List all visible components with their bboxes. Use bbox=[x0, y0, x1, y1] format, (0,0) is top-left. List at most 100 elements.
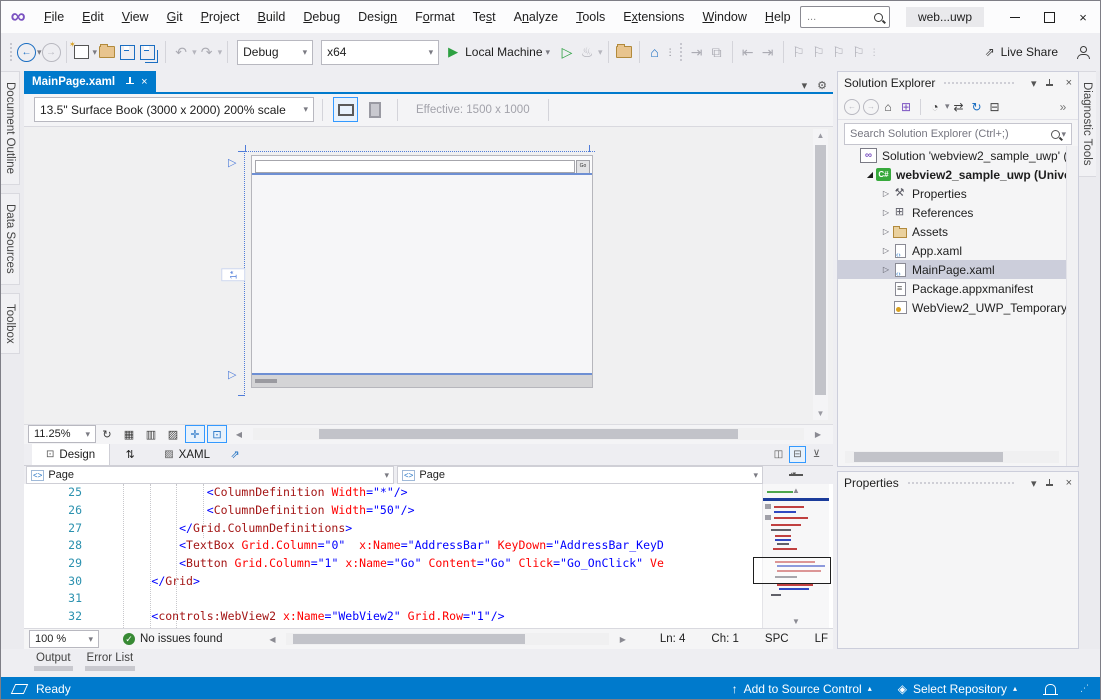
editor-minimap[interactable]: ▲ ▼ bbox=[762, 484, 829, 628]
breadcrumb-right[interactable]: <> Page ▾ bbox=[397, 466, 763, 484]
minimap-viewport[interactable] bbox=[753, 557, 831, 584]
device-preview-dropdown[interactable]: 13.5" Surface Book (3000 x 2000) 200% sc… bbox=[34, 97, 314, 122]
toggle-bookmark-icon[interactable]: ⚐ bbox=[790, 40, 808, 64]
redo-icon[interactable]: ↷ bbox=[198, 40, 216, 64]
show-grid-icon[interactable]: ▦ bbox=[119, 425, 139, 443]
design-webview-area[interactable] bbox=[252, 175, 592, 373]
design-addressbar-textbox[interactable] bbox=[255, 160, 575, 173]
se-collapse-all-icon[interactable]: ⊟ bbox=[987, 97, 1003, 117]
editor-zoom-dropdown[interactable]: 100 % ▾ bbox=[29, 630, 99, 648]
swap-panes-icon[interactable]: ⇅ bbox=[120, 446, 140, 464]
menu-format[interactable]: Format bbox=[406, 1, 464, 33]
start-debug-icon[interactable]: ▶ bbox=[444, 40, 462, 64]
panel-menu-caret-icon[interactable]: ▾ bbox=[1031, 77, 1037, 90]
open-file-icon[interactable] bbox=[98, 40, 116, 64]
bookmark-overflow-icon[interactable]: ⋮ bbox=[870, 47, 879, 58]
menu-design[interactable]: Design bbox=[349, 1, 406, 33]
resize-grip[interactable]: ⋰ bbox=[1080, 683, 1090, 694]
account-icon[interactable] bbox=[1076, 46, 1090, 59]
tree-item-app-xaml[interactable]: ▷App.xaml bbox=[838, 241, 1067, 260]
close-button[interactable]: × bbox=[1066, 1, 1100, 33]
snap-to-snaplines-icon[interactable]: ✛ bbox=[185, 425, 205, 443]
clear-bookmarks-icon[interactable]: ⚐ bbox=[850, 40, 868, 64]
find-in-files-icon[interactable] bbox=[615, 40, 633, 64]
menu-tools[interactable]: Tools bbox=[567, 1, 614, 33]
menu-help[interactable]: Help bbox=[756, 1, 800, 33]
hot-reload-caret[interactable]: ▾ bbox=[598, 47, 603, 58]
menu-extensions[interactable]: Extensions bbox=[614, 1, 693, 33]
xaml-code-editor[interactable]: 25 <ColumnDefinition Width="*"/>26 <Colu… bbox=[24, 484, 833, 628]
toolbar-grip[interactable] bbox=[679, 42, 683, 62]
notifications-bell-icon[interactable] bbox=[1045, 684, 1056, 694]
new-project-caret[interactable]: ▾ bbox=[93, 47, 98, 58]
se-sync-icon[interactable]: ⇄ bbox=[951, 97, 967, 117]
collapse-pane-icon[interactable]: ⊻ bbox=[808, 446, 825, 463]
menu-debug[interactable]: Debug bbox=[294, 1, 349, 33]
menu-file[interactable]: File bbox=[35, 1, 73, 33]
tool-tab-error-list[interactable]: Error List bbox=[85, 649, 136, 677]
maximize-button[interactable] bbox=[1032, 1, 1066, 33]
fit-refresh-icon[interactable]: ↻ bbox=[97, 425, 117, 443]
toolbar-grip[interactable] bbox=[9, 42, 13, 62]
expander-icon[interactable]: ▷ bbox=[880, 246, 892, 255]
se-switch-views-icon[interactable]: ⊞ bbox=[898, 97, 914, 117]
rail-tab-toolbox[interactable]: Toolbox bbox=[1, 293, 20, 355]
tree-item-assets[interactable]: ▷Assets bbox=[838, 222, 1067, 241]
issues-label[interactable]: No issues found bbox=[140, 633, 222, 645]
live-share-button[interactable]: ⇗ Live Share bbox=[985, 45, 1058, 59]
expander-icon[interactable]: ▷ bbox=[880, 227, 892, 236]
tab-list-caret-icon[interactable]: ▾ bbox=[802, 79, 808, 92]
breadcrumb-left[interactable]: <> Page ▾ bbox=[26, 466, 394, 484]
xaml-page-artboard[interactable]: Go bbox=[251, 155, 593, 388]
prev-bookmark-icon[interactable]: ⚐ bbox=[810, 40, 828, 64]
se-pending-caret[interactable]: ▾ bbox=[945, 101, 950, 112]
tree-item-properties[interactable]: ▷⚒Properties bbox=[838, 184, 1067, 203]
redo-caret[interactable]: ▾ bbox=[218, 47, 223, 58]
horizontal-split-icon[interactable]: ⊟ bbox=[789, 446, 806, 463]
se-home-icon[interactable]: ⌂ bbox=[880, 97, 896, 117]
solution-explorer-header[interactable]: Solution Explorer ▾ × bbox=[838, 72, 1078, 94]
design-go-button[interactable]: Go bbox=[576, 160, 590, 174]
menu-git[interactable]: Git bbox=[158, 1, 192, 33]
pin-icon[interactable] bbox=[125, 77, 134, 86]
panel-pin-icon[interactable] bbox=[1045, 79, 1054, 88]
menu-project[interactable]: Project bbox=[192, 1, 249, 33]
editor-horizontal-scrollbar[interactable] bbox=[286, 633, 608, 645]
se-pending-changes-icon[interactable]: ◔ bbox=[927, 97, 943, 117]
row-marker-icon[interactable]: ▷ bbox=[228, 370, 236, 380]
attach-process-icon[interactable]: ⇥ bbox=[688, 40, 706, 64]
quick-launch-search[interactable]: ... bbox=[800, 6, 890, 28]
tree-item-webview2-uwp-temporarykey[interactable]: WebView2_UWP_TemporaryKey bbox=[838, 298, 1067, 317]
scroll-left-icon[interactable]: ◀ bbox=[229, 425, 249, 443]
next-bookmark-icon[interactable]: ⚐ bbox=[830, 40, 848, 64]
navigate-back-caret[interactable]: ▾ bbox=[37, 47, 42, 58]
solution-configuration-dropdown[interactable]: Debug ▾ bbox=[237, 40, 313, 65]
se-forward-icon[interactable]: → bbox=[863, 99, 879, 115]
navigate-back-icon[interactable]: ← bbox=[17, 43, 36, 62]
scroll-left-icon[interactable]: ◀ bbox=[262, 630, 282, 648]
grid-overlay-icon[interactable]: ▨ bbox=[163, 425, 183, 443]
undo-caret[interactable]: ▾ bbox=[192, 47, 197, 58]
menu-edit[interactable]: Edit bbox=[73, 1, 113, 33]
tree-item-solution-webview2-sample-uwp-1-o[interactable]: ∞Solution 'webview2_sample_uwp' (1 o bbox=[838, 146, 1067, 165]
tab-design[interactable]: ⊡ Design bbox=[32, 444, 110, 465]
run-target-caret[interactable]: ▾ bbox=[546, 47, 551, 58]
row-marker-icon[interactable]: ▷ bbox=[228, 158, 236, 168]
scrollbar-thumb[interactable] bbox=[815, 145, 826, 395]
panel-menu-caret-icon[interactable]: ▾ bbox=[1031, 477, 1037, 490]
se-horizontal-scrollbar[interactable] bbox=[845, 451, 1059, 463]
scroll-right-icon[interactable]: ▶ bbox=[808, 425, 828, 443]
panel-close-icon[interactable]: × bbox=[1066, 477, 1072, 489]
tree-item-references[interactable]: ▷⊞References bbox=[838, 203, 1067, 222]
expander-icon[interactable]: ▷ bbox=[880, 189, 892, 198]
rail-tab-document-outline[interactable]: Document Outline bbox=[1, 71, 20, 185]
tree-item-mainpage-xaml[interactable]: ▷MainPage.xaml bbox=[838, 260, 1067, 279]
navigate-forward-icon[interactable]: → bbox=[42, 43, 61, 62]
scroll-down-icon[interactable]: ▼ bbox=[763, 617, 829, 626]
se-back-icon[interactable]: ← bbox=[844, 99, 860, 115]
tab-xaml[interactable]: ▨ XAML bbox=[150, 444, 224, 465]
menu-window[interactable]: Window bbox=[693, 1, 755, 33]
scrollbar-thumb[interactable] bbox=[293, 634, 525, 644]
designer-zoom-dropdown[interactable]: 11.25% ▾ bbox=[28, 425, 96, 443]
designer-vertical-scrollbar[interactable]: ▲ ▼ bbox=[813, 129, 828, 420]
